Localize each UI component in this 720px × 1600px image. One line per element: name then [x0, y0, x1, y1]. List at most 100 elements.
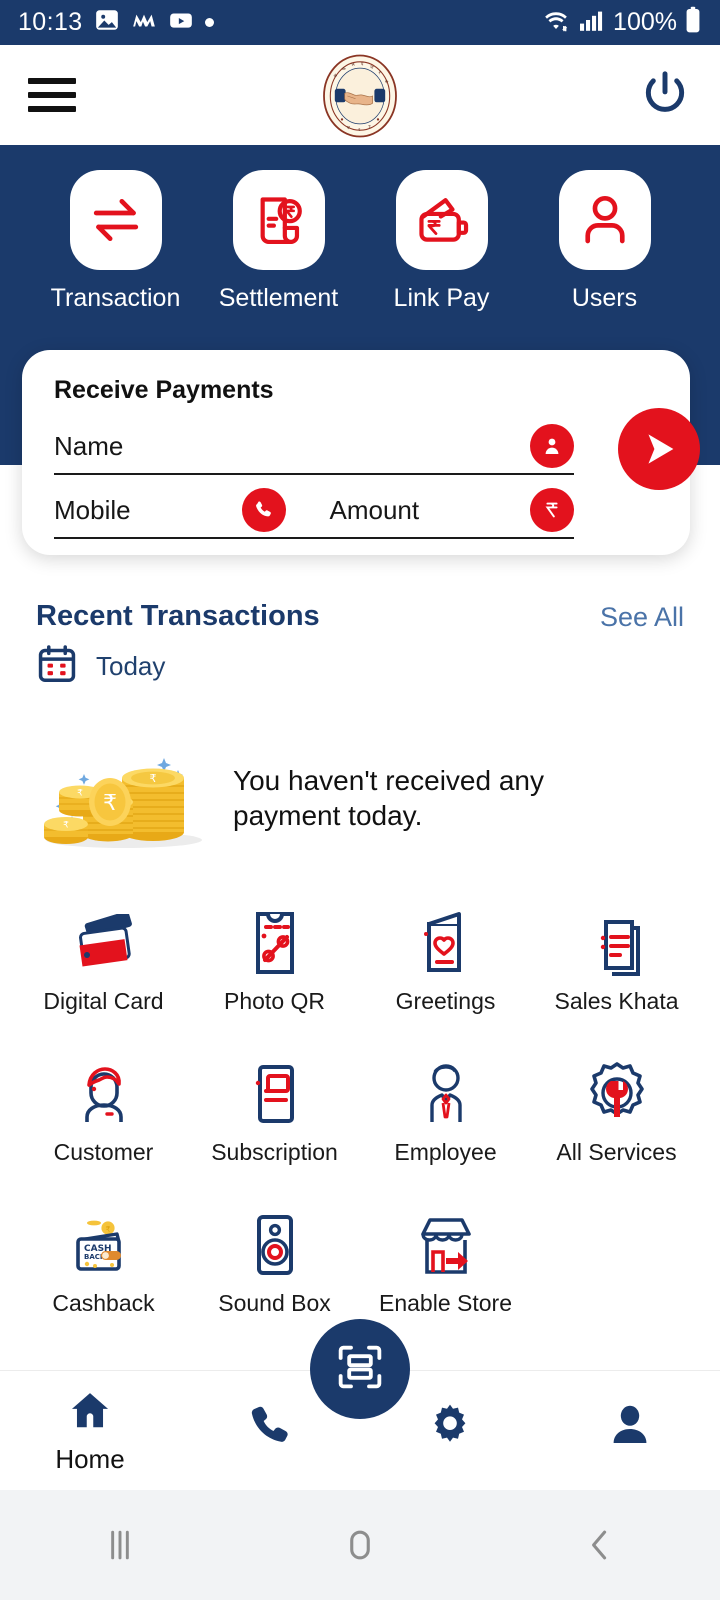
gear-wrench-icon — [582, 1051, 652, 1127]
status-bar-right: 100% — [541, 6, 702, 39]
battery-icon — [684, 6, 702, 39]
quick-action-label: Link Pay — [393, 284, 490, 312]
service-label: Sales Khata — [554, 988, 679, 1014]
bank-logo: अ क ल प ज र स ध र ट — [315, 51, 405, 146]
service-digital-card[interactable]: Digital Card — [18, 900, 189, 1015]
service-subscription[interactable]: Subscription — [189, 1051, 360, 1166]
nav-item-home[interactable]: Home — [0, 1387, 180, 1475]
recents-icon[interactable] — [60, 1523, 180, 1567]
back-chevron-icon[interactable] — [540, 1523, 660, 1567]
subscription-card-icon — [245, 1051, 305, 1127]
youtube-icon — [168, 7, 194, 38]
greeting-card-heart-icon — [413, 900, 479, 976]
quick-action-label: Settlement — [218, 284, 339, 312]
service-label: Customer — [53, 1139, 154, 1165]
service-photo-qr[interactable]: Photo QR — [189, 900, 360, 1015]
service-cashback[interactable]: ₹ CASH BACK Cashback — [18, 1202, 189, 1317]
status-bar: 10:13 100% — [0, 0, 720, 45]
home-circle-icon[interactable] — [300, 1523, 420, 1567]
gold-coins-icon: ₹ ₹ ₹ ₹ — [36, 740, 211, 855]
empty-state: ₹ ₹ ₹ ₹ You haven't received any payment… — [36, 740, 684, 855]
card-title: Receive Payments — [54, 376, 274, 404]
android-system-nav — [0, 1490, 720, 1600]
qr-scan-button[interactable] — [310, 1319, 410, 1419]
service-all-services[interactable]: All Services — [531, 1051, 702, 1166]
m-app-icon — [131, 7, 157, 38]
service-customer[interactable]: Customer — [18, 1051, 189, 1166]
signal-icon — [578, 8, 606, 37]
see-all-link[interactable]: See All — [600, 602, 684, 633]
mobile-amount-row[interactable]: Mobile Amount — [54, 483, 575, 539]
phone-icon[interactable] — [241, 488, 286, 532]
service-label: Enable Store — [379, 1290, 512, 1316]
service-enable-store[interactable]: Enable Store — [360, 1202, 531, 1317]
settings-gear-icon — [426, 1401, 474, 1454]
quick-action-users[interactable]: Users — [545, 170, 665, 313]
speaker-icon — [246, 1202, 304, 1278]
svg-text:₹: ₹ — [105, 1225, 110, 1234]
battery-percent: 100% — [613, 8, 677, 36]
employee-tie-icon — [414, 1051, 478, 1127]
svg-text:र: र — [358, 128, 360, 133]
service-label: Digital Card — [43, 988, 164, 1014]
service-employee[interactable]: Employee — [360, 1051, 531, 1166]
wallet-rupee-icon — [395, 170, 488, 270]
service-sound-box[interactable]: Sound Box — [189, 1202, 360, 1317]
name-input[interactable]: Name — [54, 431, 123, 462]
qr-scan-icon — [333, 1340, 387, 1399]
send-payment-button[interactable] — [618, 408, 700, 490]
svg-text:₹: ₹ — [150, 772, 157, 785]
svg-text:₹: ₹ — [77, 789, 83, 799]
service-sales-khata[interactable]: Sales Khata — [531, 900, 702, 1015]
empty-message: You haven't received any payment today. — [233, 764, 544, 831]
hamburger-icon[interactable] — [28, 78, 76, 112]
app-screen: 10:13 100% अ क ल प ज र स ध र ट Transacti… — [0, 0, 720, 1600]
date-filter-row[interactable]: Today — [36, 643, 684, 690]
service-label: Employee — [394, 1139, 497, 1165]
quick-action-label: Transaction — [50, 284, 181, 312]
quick-action-settlement[interactable]: Settlement — [219, 170, 339, 313]
transfer-arrows-icon — [69, 170, 162, 270]
service-label: Subscription — [211, 1139, 338, 1165]
contact-icon[interactable] — [530, 424, 574, 468]
service-label: Sound Box — [218, 1290, 331, 1316]
app-header: अ क ल प ज र स ध र ट — [0, 45, 720, 145]
date-filter-label: Today — [96, 651, 166, 681]
cashback-wallet-icon: ₹ CASH BACK — [68, 1202, 140, 1278]
mobile-input[interactable]: Mobile — [54, 495, 131, 526]
profile-icon — [606, 1401, 654, 1454]
service-label: Cashback — [52, 1290, 155, 1316]
person-icon — [558, 170, 651, 270]
section-title: Recent Transactions — [36, 600, 320, 632]
quick-action-transaction[interactable]: Transaction — [51, 170, 180, 313]
service-label: Greetings — [395, 988, 496, 1014]
calendar-icon — [36, 643, 78, 690]
status-time: 10:13 — [18, 8, 83, 36]
service-greetings[interactable]: Greetings — [360, 900, 531, 1015]
storefront-arrow-icon — [409, 1202, 483, 1278]
documents-stack-icon — [584, 900, 650, 976]
rupee-icon[interactable] — [530, 488, 575, 532]
amount-input[interactable]: Amount — [330, 495, 420, 526]
svg-text:₹: ₹ — [103, 791, 117, 816]
quick-action-link-pay[interactable]: Link Pay — [382, 170, 502, 313]
name-field-row[interactable]: Name — [54, 419, 574, 475]
quick-actions: Transaction Settlement Link Pay Users — [0, 170, 720, 313]
coupon-percent-icon — [244, 900, 306, 976]
quick-action-label: Users — [571, 284, 638, 312]
phone-icon — [247, 1402, 293, 1453]
bottom-navigation: Home — [0, 1319, 720, 1490]
home-icon — [65, 1387, 115, 1438]
nav-label-home: Home — [55, 1443, 125, 1474]
svg-text:₹: ₹ — [63, 821, 69, 831]
nav-item-profile[interactable] — [540, 1401, 720, 1460]
service-label: Photo QR — [224, 988, 325, 1014]
payment-fields: Name Mobile Amount — [54, 419, 575, 539]
customer-person-icon — [71, 1051, 137, 1127]
recent-header: Recent Transactions See All — [36, 600, 684, 633]
power-icon[interactable] — [638, 66, 692, 125]
service-label: All Services — [556, 1139, 677, 1165]
dot-icon — [204, 18, 214, 27]
service-grid-empty-slot — [531, 1202, 702, 1317]
receive-payments-card: Receive Payments Name Mobile Amount — [22, 350, 700, 555]
